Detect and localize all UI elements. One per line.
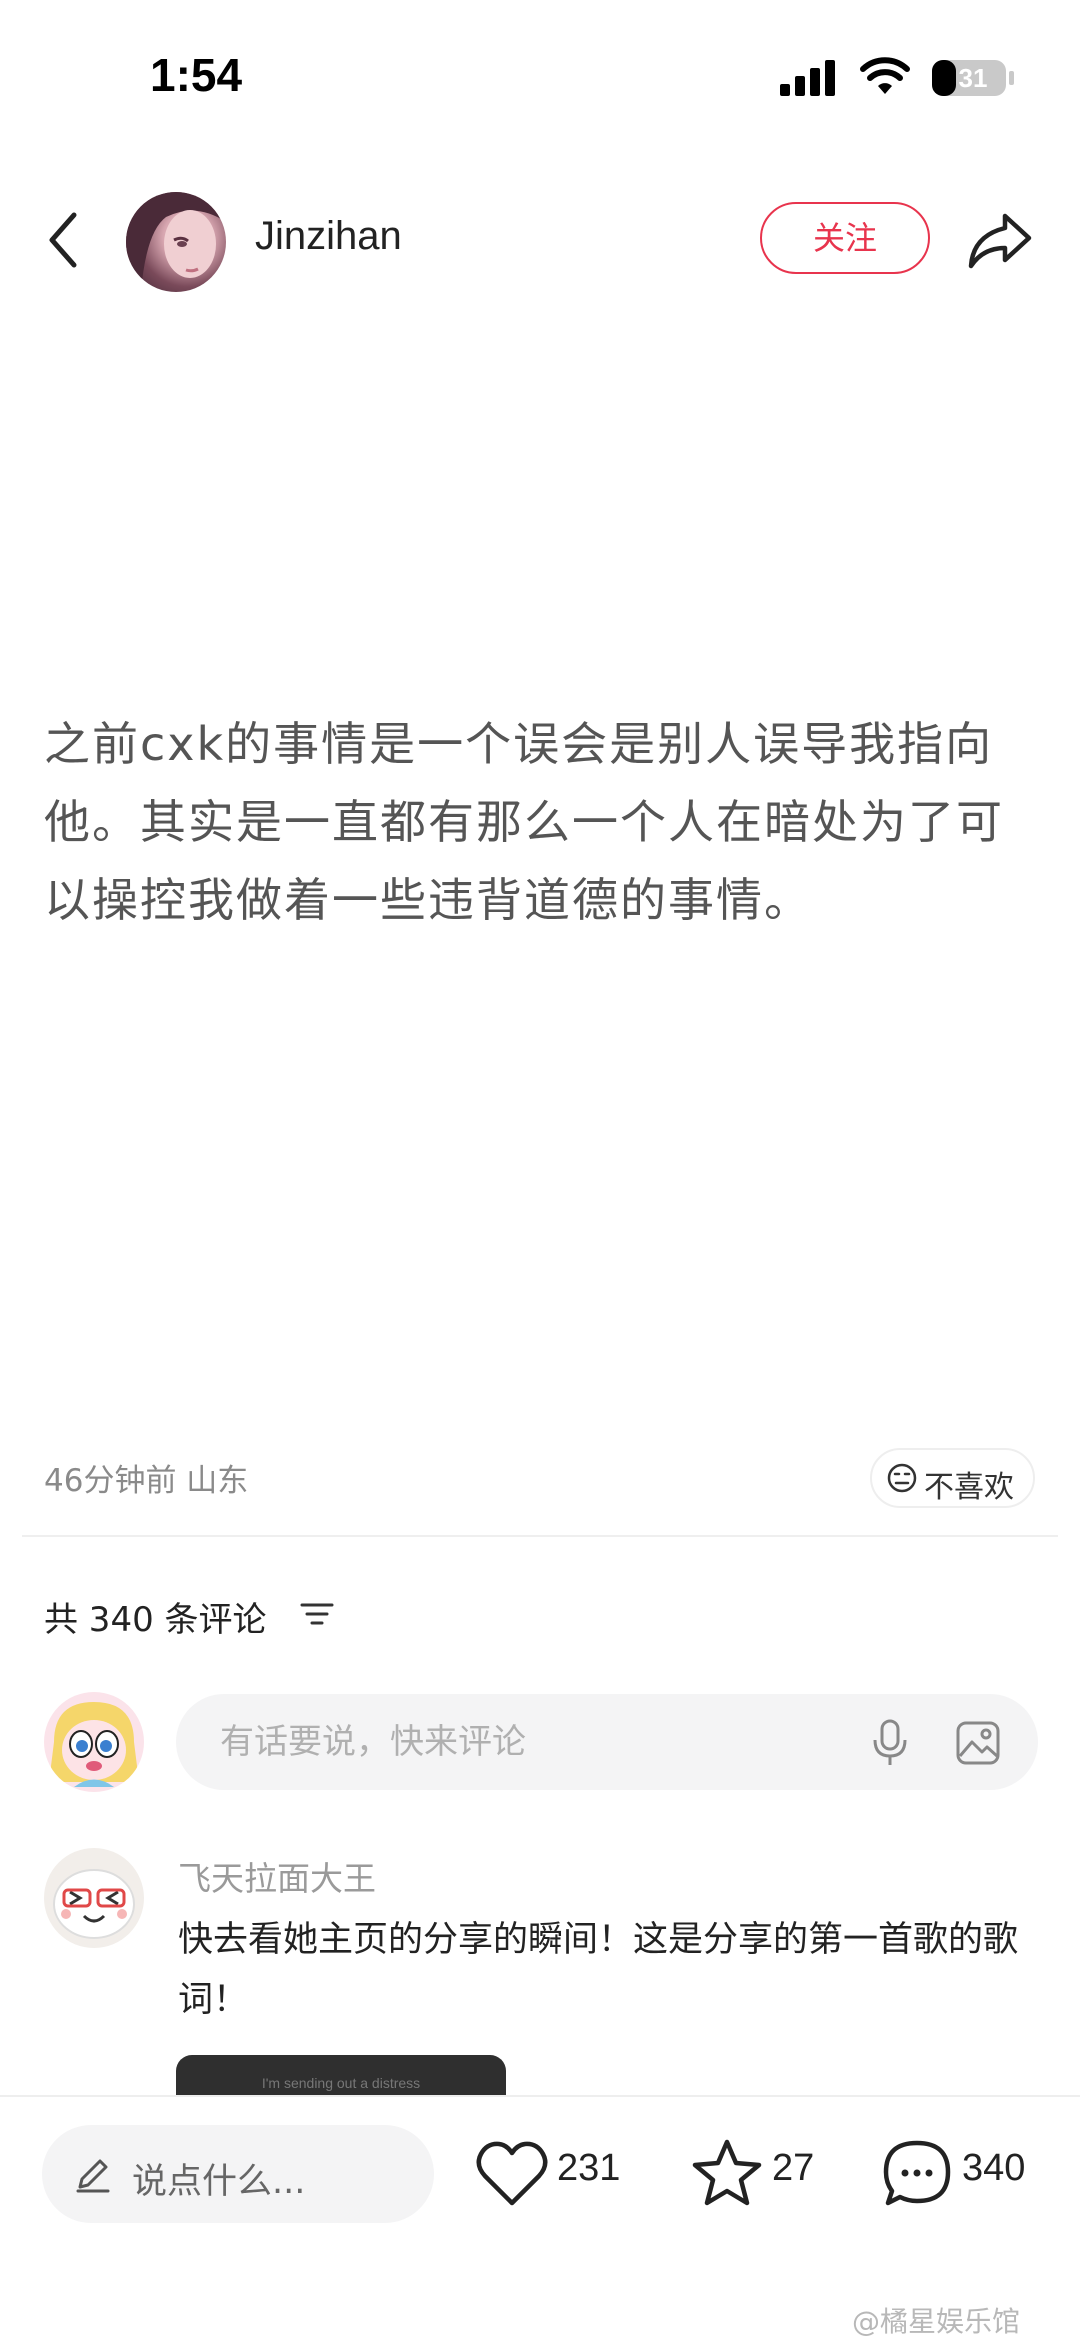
comment-count-button[interactable]: 340 — [880, 2137, 1050, 2217]
back-button[interactable] — [40, 205, 90, 275]
commenter-avatar[interactable] — [44, 1848, 144, 1948]
signal-icon — [780, 60, 835, 96]
sort-icon[interactable] — [300, 1600, 334, 1628]
battery-level: 31 — [958, 63, 988, 93]
watermark: @橘星娱乐馆 — [852, 2305, 1021, 2338]
collect-button[interactable]: 27 — [690, 2137, 840, 2217]
current-user-avatar — [44, 1692, 144, 1792]
comment-count: 340 — [962, 2147, 1026, 2189]
say-something-input[interactable]: 说点什么... — [42, 2125, 434, 2223]
status-icons: 31 — [780, 56, 1020, 100]
collect-count: 27 — [772, 2147, 815, 2189]
dislike-label: 不喜欢 — [924, 1470, 1014, 1505]
post-header: Jinzihan 关注 — [0, 180, 1080, 300]
cartoon-avatar-icon — [49, 1702, 139, 1787]
star-icon — [692, 2139, 762, 2206]
meh-face-icon — [887, 1463, 917, 1493]
comment-text: 快去看她主页的分享的瞬间！这是分享的第一首歌的歌词！ — [178, 1920, 1019, 2020]
heart-icon — [476, 2141, 548, 2206]
say-something-label: 说点什么... — [132, 2162, 306, 2202]
pencil-icon — [76, 2159, 110, 2193]
post-text: 之前cxk的事情是一个误会是别人误导我指向他。其实是一直都有那么一个人在暗处为了… — [44, 717, 1004, 927]
follow-button[interactable]: 关注 — [760, 202, 930, 274]
chevron-left-icon — [49, 212, 77, 268]
divider — [22, 1535, 1058, 1537]
cartoon-face-icon — [53, 1869, 135, 1939]
chat-bubble-icon — [883, 2140, 951, 2206]
share-button[interactable] — [965, 208, 1035, 272]
status-time: 1:54 — [150, 49, 243, 101]
author-name[interactable]: Jinzihan — [255, 214, 402, 259]
avatar-portrait-icon — [126, 192, 226, 292]
post-meta: 46分钟前 山东 — [44, 1463, 249, 1499]
image-icon[interactable] — [955, 1720, 1001, 1766]
status-bar: 1:54 31 — [0, 0, 1080, 150]
like-button[interactable]: 231 — [475, 2137, 635, 2217]
dislike-button[interactable]: 不喜欢 — [870, 1448, 1035, 1508]
comment-image-caption: I'm sending out a distress — [261, 2075, 421, 2091]
microphone-icon[interactable] — [870, 1718, 910, 1768]
author-avatar[interactable] — [126, 192, 226, 292]
comments-count-heading: 共 340 条评论 — [44, 1600, 267, 1640]
like-count: 231 — [557, 2147, 621, 2189]
wifi-icon — [860, 57, 910, 94]
commenter-name[interactable]: 飞天拉面大王 — [178, 1852, 376, 1900]
comment-image[interactable]: I'm sending out a distress — [176, 2055, 506, 2095]
share-icon — [968, 213, 1032, 269]
